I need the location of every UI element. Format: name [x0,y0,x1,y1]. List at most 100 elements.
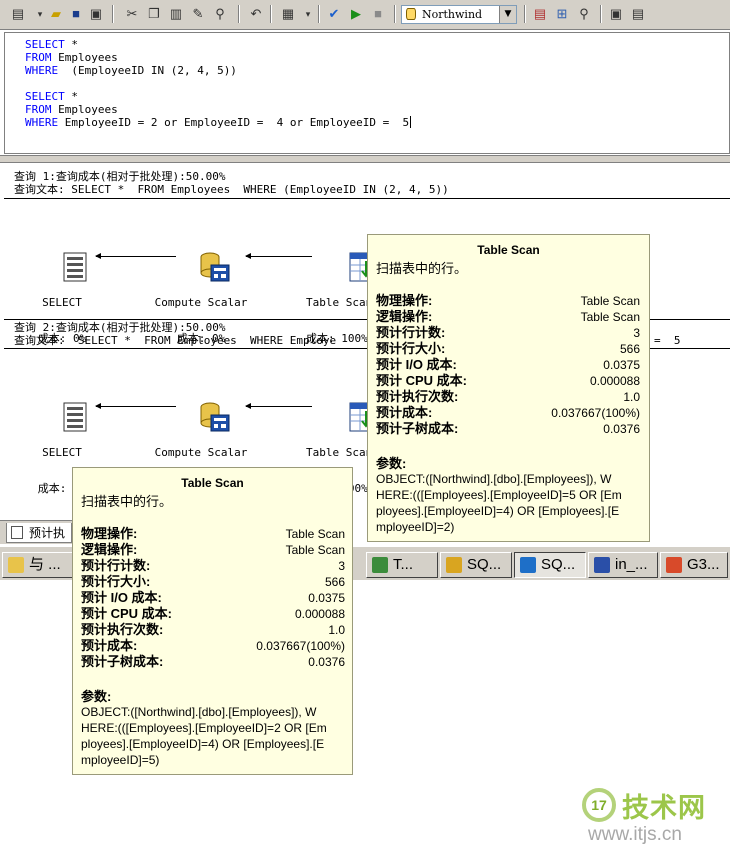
execute-icon[interactable]: ▶ [348,6,364,22]
tooltip-description: 扫描表中的行。 [81,494,173,509]
plan-node-table-scan[interactable]: Table Scan 成本: 100% [304,240,380,369]
toolbar-separator [394,5,396,23]
flow-arrow [245,403,312,409]
app-icon [594,557,610,573]
taskbar-button-label: 与 ... [29,556,61,573]
taskbar-button[interactable]: 与 ... [2,552,74,578]
new-query-icon[interactable]: ▤ [10,6,26,22]
tooltip-params: OBJECT:([Northwind].[dbo].[Employees]), … [376,472,622,534]
site-watermark: 17 技术网 www.itjs.cn [582,786,722,850]
query1-header: 查询 1:查询成本(相对于批处理):50.00% [14,170,226,183]
app-icon [446,557,462,573]
query2-text-tail: = 5 [654,334,681,347]
taskbar-button-label: in_... [615,556,648,573]
taskbar-button-label: SQ... [541,556,576,573]
prop-est-cpu: 预计 CPU 成本: 0.000088 [376,373,640,388]
flow-arrow [245,253,312,259]
query1-text: 查询文本: SELECT * FROM Employees WHERE (Emp… [14,183,449,196]
taskbar-button[interactable]: G3... [660,552,728,578]
app-icon [8,557,24,573]
tooltip-properties: 物理操作: Table Scan 逻辑操作: Table Scan 预计行计数: 3 … [81,526,345,670]
pane-splitter[interactable] [0,155,730,163]
node-name: SELECT [42,446,82,459]
toolbar-separator [318,5,320,23]
prop-est-subtree: 预计子树成本: 0.0376 [376,421,640,436]
open-folder-icon[interactable]: ▰ [48,6,64,22]
taskbar-button-active[interactable]: SQ... [514,552,586,578]
taskbar-button[interactable]: SQ... [440,552,512,578]
taskbar-button[interactable]: in_... [588,552,658,578]
object-browser-icon[interactable]: ▤ [532,6,548,22]
paste-icon[interactable]: ▥ [168,6,184,22]
prop-est-exec: 预计执行次数: 1.0 [81,622,345,637]
undo-icon[interactable]: ↶ [248,6,264,22]
show-results-pane-icon[interactable]: ▤ [630,6,646,22]
prop-est-exec: 预计执行次数: 1.0 [376,389,640,404]
tooltip-properties: 物理操作: Table Scan 逻辑操作: Table Scan 预计行计数: 3 … [376,293,640,437]
code-line: SELECT * [25,38,78,51]
results-dropdown-icon[interactable]: ▾ [300,6,316,22]
prop-logical-op: 逻辑操作: Table Scan [81,542,345,557]
toolbar-separator [524,5,526,23]
options-icon[interactable]: ▣ [608,6,624,22]
edit-icon[interactable]: ✎ [190,6,206,22]
taskbar-button-label: G3... [687,556,720,573]
code-line: WHERE EmployeeID = 2 or EmployeeID = 4 o… [25,116,412,129]
tooltip-params-heading: 参数: [81,689,112,704]
watermark-url: www.itjs.cn [588,824,682,845]
prop-est-cost: 预计成本: 0.037667(100%) [376,405,640,420]
search-objects-icon[interactable]: ⊞ [554,6,570,22]
taskbar-button-label: T... [393,556,414,573]
plan-tab-icon [11,526,23,539]
app-icon [666,557,682,573]
code-line: SELECT * [25,90,78,103]
tab-estimated-plan-label: 预计执 [29,526,66,540]
prop-est-row-size: 预计行大小: 566 [81,574,345,589]
prop-logical-op: 逻辑操作: Table Scan [376,309,640,324]
chevron-down-icon[interactable]: ▼ [499,6,516,23]
node-name: Table Scan [306,446,373,459]
query2-header: 查询 2:查询成本(相对于批处理):50.00% [14,321,226,334]
app-icon [520,557,536,573]
prop-est-rows: 预计行计数: 3 [81,558,345,573]
toolbar: ▤ ▾ ▰ ■ ▣ ✂ ❐ ▥ ✎ ⚲ ↶ ▦ ▾ ✔ ▶ ■ Northwin… [0,0,730,30]
plan-node-compute-scalar[interactable]: Compute Scalar 成本: 0% [146,240,256,369]
code-line: FROM Employees [25,51,118,64]
watermark-logo: 17 [582,788,616,822]
prop-est-io: 预计 I/O 成本: 0.0375 [376,357,640,372]
code-line: WHERE (EmployeeID IN (2, 4, 5)) [25,64,237,77]
node-name: Compute Scalar [154,296,248,309]
prop-est-cpu: 预计 CPU 成本: 0.000088 [81,606,345,621]
watermark-brand: 技术网 [622,793,706,823]
compute-scalar-icon [200,252,230,282]
copy-icon[interactable]: ❐ [146,6,162,22]
prop-physical-op: 物理操作: Table Scan [81,526,345,541]
taskbar-button[interactable]: T... [366,552,438,578]
plan-node-select[interactable]: SELECT 成本: 0% [30,240,94,369]
table-scan-tooltip-query1: Table Scan 扫描表中的行。 物理操作: Table Scan 逻辑操作:… [367,234,650,542]
tooltip-params: OBJECT:([Northwind].[dbo].[Employees]), … [81,705,327,767]
tab-estimated-plan[interactable]: 预计执 [6,523,73,543]
find-icon[interactable]: ⚲ [212,6,228,22]
toolbar-separator [600,5,602,23]
database-select[interactable]: Northwind ▼ [401,5,517,24]
stop-icon[interactable]: ■ [370,6,386,22]
node-name: Compute Scalar [154,446,248,459]
prop-est-rows: 预计行计数: 3 [376,325,640,340]
tooltip-title: Table Scan [477,243,540,257]
tooltip-params-heading: 参数: [376,456,407,471]
save-icon[interactable]: ■ [68,6,84,22]
results-grid-icon[interactable]: ▦ [280,6,296,22]
toolbar-separator [270,5,272,23]
app-icon [372,557,388,573]
new-dropdown-icon[interactable]: ▾ [32,6,48,22]
print-icon[interactable]: ▣ [88,6,104,22]
parse-check-icon[interactable]: ✔ [326,6,342,22]
prop-est-row-size: 预计行大小: 566 [376,341,640,356]
query-editor[interactable]: SELECT * FROM Employees WHERE (EmployeeI… [4,32,730,154]
tooltip-title: Table Scan [181,476,244,490]
cut-icon[interactable]: ✂ [124,6,140,22]
display-plan-icon[interactable]: ⚲ [576,6,592,22]
prop-est-io: 预计 I/O 成本: 0.0375 [81,590,345,605]
compute-scalar-icon [200,402,230,432]
